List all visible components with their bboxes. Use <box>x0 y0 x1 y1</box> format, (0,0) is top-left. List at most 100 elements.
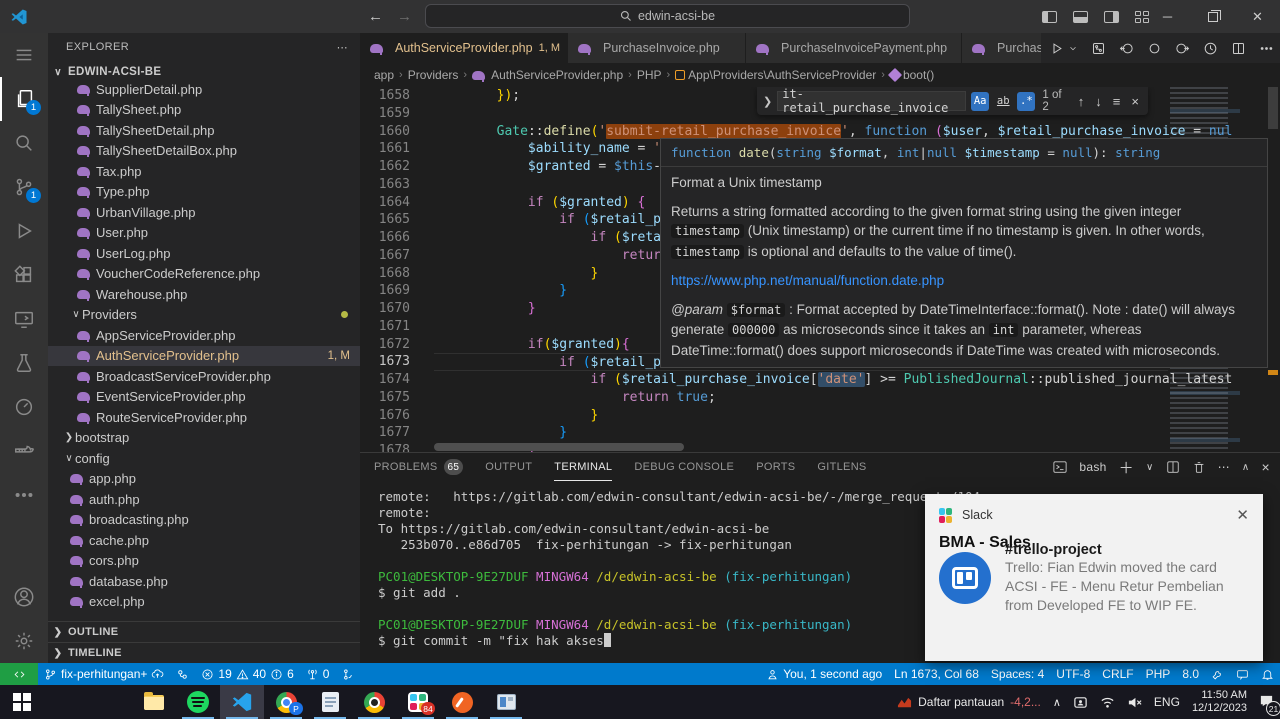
tree-item[interactable]: ∨Providers <box>48 305 360 326</box>
action-center[interactable]: 21 <box>1259 693 1274 711</box>
find-next-icon[interactable]: ↓ <box>1092 94 1105 109</box>
breadcrumb-item[interactable]: PHP <box>637 68 662 82</box>
command-center-search[interactable]: edwin-acsi-be <box>425 4 910 28</box>
tree-item[interactable]: app.php <box>48 469 360 490</box>
tray-expand-icon[interactable]: ∧ <box>1053 696 1061 709</box>
taskbar-window-app-icon[interactable] <box>484 685 528 719</box>
language-indicator[interactable]: ENG <box>1154 695 1180 709</box>
split-terminal-icon[interactable] <box>1166 460 1180 474</box>
activity-search-icon[interactable] <box>0 121 48 165</box>
code-line[interactable]: 1674 if ($retail_purchase_invoice['date'… <box>360 371 1168 389</box>
status-php-version[interactable]: 8.0 <box>1176 663 1205 685</box>
taskbar-start-icon[interactable] <box>0 685 44 719</box>
tree-item[interactable]: TallySheet.php <box>48 100 360 121</box>
activity-remote-explorer-icon[interactable] <box>0 297 48 341</box>
tree-item[interactable]: UrbanVillage.php <box>48 202 360 223</box>
tree-item[interactable]: database.php <box>48 571 360 592</box>
tree-item[interactable]: Tax.php <box>48 161 360 182</box>
taskbar-spotify-icon[interactable] <box>176 685 220 719</box>
status-notifications[interactable] <box>1255 663 1280 685</box>
teams-tray-icon[interactable] <box>1073 695 1088 710</box>
panel-tab-debug-console[interactable]: DEBUG CONSOLE <box>634 453 734 481</box>
panel-tab-problems[interactable]: PROBLEMS65 <box>374 453 463 481</box>
clock[interactable]: 11:50 AM 12/12/2023 <box>1192 689 1247 715</box>
activity-docker-icon[interactable] <box>0 429 48 473</box>
toggle-panel-icon[interactable] <box>1073 11 1088 23</box>
tree-item[interactable]: RouteServiceProvider.php <box>48 407 360 428</box>
split-editor-icon[interactable] <box>1231 41 1246 56</box>
code-editor[interactable]: 1658 });16591660 Gate::define('submit-re… <box>360 87 1280 452</box>
breadcrumb-item[interactable]: app <box>374 68 394 82</box>
toast-close-icon[interactable]: ✕ <box>1236 506 1249 524</box>
network-wifi-icon[interactable] <box>1100 695 1115 710</box>
editor-tab[interactable]: PurchaseInvoicePayment.php <box>746 33 962 63</box>
new-terminal-icon[interactable]: ＋ <box>1119 457 1134 478</box>
status-language[interactable]: PHP <box>1140 663 1177 685</box>
sidebar-section-timeline[interactable]: ❯TIMELINE <box>48 642 360 663</box>
activity-gitlens-inspect-icon[interactable] <box>0 385 48 429</box>
stock-widget[interactable]: Daftar pantauan -4,2... <box>897 695 1041 710</box>
tree-item[interactable]: AppServiceProvider.php <box>48 325 360 346</box>
tree-item[interactable]: cache.php <box>48 530 360 551</box>
explorer-more-icon[interactable]: ⋯ <box>337 41 348 54</box>
volume-muted-icon[interactable] <box>1127 695 1142 710</box>
find-expand-icon[interactable]: ❯ <box>763 95 772 108</box>
tree-item[interactable]: TallySheetDetail.php <box>48 120 360 141</box>
status-eol[interactable]: CRLF <box>1096 663 1139 685</box>
restore-button[interactable] <box>1190 0 1235 33</box>
tree-item[interactable]: ❯bootstrap <box>48 428 360 449</box>
tree-item[interactable]: ∨config <box>48 448 360 469</box>
find-input[interactable]: it-retail_purchase_invoice <box>777 91 966 111</box>
code-line[interactable]: 1677 } <box>360 424 1168 442</box>
tree-item[interactable]: Warehouse.php <box>48 284 360 305</box>
status-remote-indicator[interactable] <box>0 663 38 685</box>
taskbar-task-view-icon[interactable] <box>88 685 132 719</box>
status-indentation[interactable]: Spaces: 4 <box>985 663 1050 685</box>
taskbar-orange-app-icon[interactable] <box>440 685 484 719</box>
breadcrumb-item[interactable]: Providers <box>408 68 459 82</box>
maximize-panel-icon[interactable]: ∧ <box>1242 462 1250 473</box>
taskbar-chrome-icon[interactable]: P <box>264 685 308 719</box>
tree-item[interactable]: User.php <box>48 223 360 244</box>
breadcrumb-item[interactable]: boot() <box>890 68 934 82</box>
tree-item[interactable]: auth.php <box>48 489 360 510</box>
editor-tab[interactable]: AuthServiceProvider.php1, M× <box>360 33 568 63</box>
fwd-circle-icon[interactable] <box>1175 41 1190 56</box>
activity-test-beaker-icon[interactable] <box>0 341 48 385</box>
breadcrumb-item[interactable]: App\Providers\AuthServiceProvider <box>675 68 876 82</box>
kill-terminal-icon[interactable] <box>1192 460 1206 474</box>
code-line[interactable]: 1675 return true; <box>360 389 1168 407</box>
chevron-down-small[interactable] <box>1068 41 1078 56</box>
code-line[interactable]: 1676 } <box>360 407 1168 425</box>
find-close-icon[interactable]: × <box>1128 94 1142 109</box>
status-feedback[interactable] <box>1230 663 1255 685</box>
tree-item[interactable]: Type.php <box>48 182 360 203</box>
status-gitlens[interactable] <box>335 663 360 685</box>
terminal-dropdown-icon[interactable]: ∨ <box>1146 462 1154 473</box>
tree-item[interactable]: UserLog.php <box>48 243 360 264</box>
slack-notification[interactable]: Slack ✕ BMA - Sales #trello-project Trel… <box>925 494 1263 661</box>
history-icon[interactable] <box>1203 41 1218 56</box>
tree-item[interactable]: cors.php <box>48 551 360 572</box>
nav-back-icon[interactable]: ← <box>368 8 383 25</box>
toggle-secondary-sidebar-icon[interactable] <box>1104 11 1119 23</box>
sidebar-section-outline[interactable]: ❯OUTLINE <box>48 621 360 642</box>
tree-item[interactable]: filesystems.php <box>48 612 360 615</box>
tree-item[interactable]: AuthServiceProvider.php1, M <box>48 346 360 367</box>
more-icon[interactable] <box>1259 41 1274 56</box>
activity-extensions-icon[interactable] <box>0 253 48 297</box>
panel-tab-terminal[interactable]: TERMINAL <box>554 453 612 481</box>
find-in-selection-icon[interactable]: ≡ <box>1110 94 1124 109</box>
close-panel-icon[interactable]: × <box>1262 459 1270 475</box>
minimize-button[interactable]: ─ <box>1145 0 1190 33</box>
status-branch[interactable]: fix-perhitungan+ <box>38 663 170 685</box>
back-circle-icon[interactable] <box>1119 41 1134 56</box>
tree-item[interactable]: broadcasting.php <box>48 510 360 531</box>
tree-item[interactable]: TallySheetDetailBox.php <box>48 141 360 162</box>
breadcrumb[interactable]: app›Providers›AuthServiceProvider.php›PH… <box>360 63 1280 87</box>
activity-files-icon[interactable]: 1 <box>0 77 48 121</box>
taskbar-search-win-icon[interactable] <box>44 685 88 719</box>
status-problems[interactable]: 19406 <box>195 663 299 685</box>
activity-menu-icon[interactable] <box>0 33 48 77</box>
tree-item[interactable]: SupplierDetail.php <box>48 79 360 100</box>
